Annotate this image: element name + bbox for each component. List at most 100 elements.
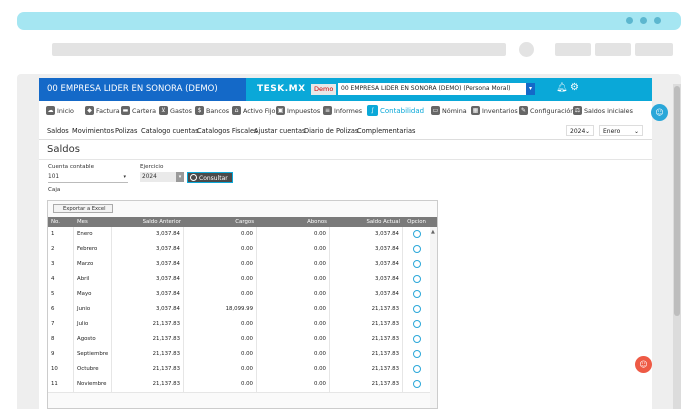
scrollbar-thumb[interactable] — [674, 86, 680, 316]
month-select[interactable]: Enero ⌄ — [599, 125, 643, 136]
menu-item-activo-fijo[interactable]: ⌂ Activo Fijo — [232, 106, 275, 115]
table-row[interactable]: 1 Enero 3,037.84 0.00 0.00 3,037.84 — [48, 227, 430, 243]
column-header[interactable]: Abonos — [257, 217, 330, 227]
list-icon[interactable] — [412, 334, 421, 343]
list-icon[interactable] — [412, 259, 421, 268]
table-cell: Junio — [74, 302, 112, 317]
list-icon[interactable] — [412, 274, 421, 283]
menu-item-gastos[interactable]: ⊻ Gastos — [159, 106, 192, 115]
row-option — [403, 287, 430, 302]
menu-item-inventarios[interactable]: ▦ Inventarios — [471, 106, 518, 115]
list-icon[interactable] — [412, 349, 421, 358]
window-dot[interactable] — [654, 17, 661, 24]
table-cell: 0.00 — [257, 272, 330, 287]
list-icon[interactable] — [412, 379, 421, 388]
table-cell: 21,137.83 — [112, 377, 184, 392]
chat-icon[interactable]: ☺ — [635, 356, 652, 373]
menu-item-nomina[interactable]: ▭ Nómina — [431, 106, 467, 115]
subnav-complementarias[interactable]: Complementarias — [357, 127, 415, 135]
menu-item-cartera[interactable]: ▬ Cartera — [121, 106, 156, 115]
brand-logo: TESK.MX — [257, 84, 306, 94]
list-icon[interactable] — [412, 364, 421, 373]
table-cell: 21,137.83 — [330, 302, 403, 317]
subnav-saldos[interactable]: Saldos — [47, 127, 69, 135]
window-dot[interactable] — [626, 17, 633, 24]
table-cell: Abril — [74, 272, 112, 287]
table-cell: 21,137.83 — [330, 362, 403, 377]
menu-item-informes[interactable]: ≡ Informes — [323, 106, 362, 115]
document-icon: ≡ — [323, 106, 332, 115]
subnav-diario-polizas[interactable]: Diario de Polizas — [304, 127, 358, 135]
table-row[interactable]: 2 Febrero 3,037.84 0.00 0.00 3,037.84 — [48, 242, 430, 258]
table-cell: 3,037.84 — [330, 242, 403, 257]
menu-label: Impuestos — [287, 106, 321, 115]
browser-toolbar-button[interactable] — [595, 43, 631, 56]
menu-item-saldos-iniciales[interactable]: ⚖ Saldos iniciales — [573, 106, 633, 115]
row-option — [403, 317, 430, 332]
consultar-button[interactable]: Consultar — [187, 172, 233, 183]
address-bar[interactable] — [52, 43, 506, 56]
browser-toolbar-button[interactable] — [635, 43, 673, 56]
wrench-icon: ✎ — [519, 106, 528, 115]
table-cell: 21,137.83 — [330, 317, 403, 332]
row-option — [403, 272, 430, 287]
page-scrollbar[interactable] — [673, 84, 681, 409]
chevron-up-icon[interactable]: ▲ — [431, 229, 435, 235]
table-cell: 4 — [48, 272, 74, 287]
table-row[interactable]: 4 Abril 3,037.84 0.00 0.00 3,037.84 — [48, 272, 430, 288]
list-icon[interactable] — [412, 304, 421, 313]
column-header[interactable]: Opcion — [403, 217, 430, 227]
menu-item-configuracion[interactable]: ✎ Configuración — [519, 106, 574, 115]
table-scrollbar[interactable]: ▲ — [430, 227, 437, 408]
year-select[interactable]: 2024 ⌄ — [566, 125, 594, 136]
menu-label: Cartera — [132, 106, 156, 115]
menu-item-bancos[interactable]: $ Bancos — [195, 106, 229, 115]
subnav-ajustar-cuentas[interactable]: Ajustar cuentas — [254, 127, 306, 135]
ejercicio-select[interactable]: 2024 ▾ — [140, 172, 184, 182]
menu-item-factura[interactable]: ◆ Factura — [85, 106, 120, 115]
table-cell: 2 — [48, 242, 74, 257]
list-icon[interactable] — [412, 289, 421, 298]
subnav-catalogo-cuentas[interactable]: Catalogo cuentas — [141, 127, 199, 135]
column-header[interactable]: Saldo Anterior — [112, 217, 184, 227]
table-row[interactable]: 9 Septiembre 21,137.83 0.00 0.00 21,137.83 — [48, 347, 430, 363]
export-excel-button[interactable]: Exportar a Excel — [53, 204, 113, 213]
list-icon[interactable] — [412, 244, 421, 253]
table-row[interactable]: 11 Noviembre 21,137.83 0.00 0.00 21,137.83 — [48, 377, 430, 393]
list-icon[interactable] — [412, 229, 421, 238]
table-row[interactable]: 7 Julio 21,137.83 0.00 0.00 21,137.83 — [48, 317, 430, 333]
subnav-polizas[interactable]: Polizas — [115, 127, 137, 135]
menu-item-inicio[interactable]: ☁ Inicio — [46, 106, 74, 115]
subnav-catalogos-fiscales[interactable]: Catalogos Fiscales — [197, 127, 257, 135]
gear-icon[interactable]: ⚙ — [570, 82, 579, 93]
menu-item-contabilidad[interactable]: ∫ Contabilidad — [367, 105, 424, 116]
row-option — [403, 242, 430, 257]
table-row[interactable]: 6 Junio 3,037.84 18,099.99 0.00 21,137.83 — [48, 302, 430, 318]
row-option — [403, 362, 430, 377]
cuenta-input[interactable]: 101 ▾ — [48, 172, 128, 183]
bell-icon[interactable]: 🔔︎ — [556, 83, 567, 93]
briefcase-icon: ▬ — [121, 106, 130, 115]
chat-icon[interactable]: ☺ — [651, 104, 668, 121]
browser-toolbar-button[interactable] — [555, 43, 591, 56]
browser-action-icon[interactable] — [519, 42, 534, 57]
column-header[interactable]: No. — [48, 217, 74, 227]
menu-item-impuestos[interactable]: ▣ Impuestos — [276, 106, 320, 115]
table-row[interactable]: 10 Octubre 21,137.83 0.00 0.00 21,137.83 — [48, 362, 430, 378]
chevron-down-icon[interactable]: ▾ — [526, 83, 535, 95]
table-cell: 21,137.83 — [330, 332, 403, 347]
company-select[interactable]: 00 EMPRESA LIDER EN SONORA (DEMO) (Perso… — [338, 83, 535, 95]
window-dot[interactable] — [640, 17, 647, 24]
demo-badge: Demo — [311, 84, 337, 95]
menu-label: Inventarios — [482, 106, 518, 115]
table-row[interactable]: 8 Agosto 21,137.83 0.00 0.00 21,137.83 — [48, 332, 430, 348]
column-header[interactable]: Saldo Actual — [330, 217, 403, 227]
column-header[interactable]: Cargos — [184, 217, 257, 227]
subnav-movimientos[interactable]: Movimientos — [72, 127, 114, 135]
table-row[interactable]: 3 Marzo 3,037.84 0.00 0.00 3,037.84 — [48, 257, 430, 273]
table-row[interactable]: 5 Mayo 3,037.84 0.00 0.00 3,037.84 — [48, 287, 430, 303]
consultar-label: Consultar — [199, 175, 228, 182]
list-icon[interactable] — [412, 319, 421, 328]
boxes-icon: ▦ — [471, 106, 480, 115]
table-cell: 10 — [48, 362, 74, 377]
